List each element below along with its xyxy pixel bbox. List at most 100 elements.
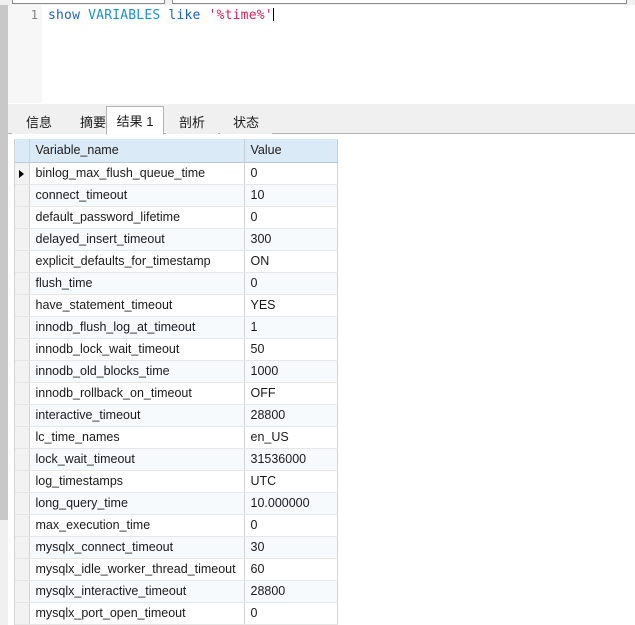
cell-value[interactable]: 0 xyxy=(244,162,338,185)
column-header-value[interactable]: Value xyxy=(244,139,338,163)
tab-label: 摘要 xyxy=(79,115,106,130)
cell-value[interactable]: 60 xyxy=(244,558,338,581)
cell-value[interactable]: 28800 xyxy=(244,580,338,603)
cell-variable-name[interactable]: flush_time xyxy=(29,272,245,295)
cell-variable-name[interactable]: binlog_max_flush_queue_time xyxy=(29,162,245,185)
table-row[interactable]: innodb_old_blocks_time 1000 xyxy=(15,360,338,383)
row-gutter[interactable] xyxy=(15,558,30,581)
row-gutter[interactable] xyxy=(15,206,30,229)
table-row[interactable]: innodb_lock_wait_timeout 50 xyxy=(15,338,338,361)
row-gutter[interactable] xyxy=(15,404,30,427)
toolbar-field-right[interactable] xyxy=(172,0,627,4)
cell-value[interactable]: en_US xyxy=(244,426,338,449)
row-gutter[interactable] xyxy=(15,492,30,515)
row-gutter[interactable] xyxy=(15,338,30,361)
row-gutter[interactable] xyxy=(15,580,30,603)
table-row[interactable]: mysqlx_interactive_timeout 28800 xyxy=(15,580,338,603)
table-row[interactable]: flush_time 0 xyxy=(15,272,338,295)
table-row[interactable]: mysqlx_connect_timeout 30 xyxy=(15,536,338,559)
cell-value[interactable]: 50 xyxy=(244,338,338,361)
table-row[interactable]: innodb_flush_log_at_timeout 1 xyxy=(15,316,338,339)
cell-variable-name[interactable]: mysqlx_connect_timeout xyxy=(29,536,245,559)
tab-3[interactable]: 剖析 xyxy=(166,109,218,134)
table-row[interactable]: long_query_time 10.000000 xyxy=(15,492,338,515)
cell-value[interactable]: OFF xyxy=(244,382,338,405)
row-gutter[interactable] xyxy=(15,602,30,625)
cell-value[interactable]: ON xyxy=(244,250,338,273)
table-row[interactable]: explicit_defaults_for_timestamp ON xyxy=(15,250,338,273)
cell-value[interactable]: 0 xyxy=(244,514,338,537)
table-row[interactable]: lock_wait_timeout 31536000 xyxy=(15,448,338,471)
cell-value[interactable]: UTC xyxy=(244,470,338,493)
table-row[interactable]: mysqlx_port_open_timeout 0 xyxy=(15,602,338,625)
cell-variable-name[interactable]: delayed_insert_timeout xyxy=(29,228,245,251)
row-gutter[interactable] xyxy=(15,294,30,317)
row-gutter[interactable] xyxy=(15,448,30,471)
tab-2-active[interactable]: 结果 1 xyxy=(106,106,164,135)
table-row[interactable]: mysqlx_idle_worker_thread_timeout 60 xyxy=(15,558,338,581)
cell-value[interactable]: 300 xyxy=(244,228,338,251)
row-gutter[interactable] xyxy=(15,184,30,207)
cell-value[interactable]: 0 xyxy=(244,206,338,229)
table-row[interactable]: max_execution_time 0 xyxy=(15,514,338,537)
table-row[interactable]: connect_timeout 10 xyxy=(15,184,338,207)
cell-variable-name[interactable]: default_password_lifetime xyxy=(29,206,245,229)
cell-value[interactable]: 30 xyxy=(244,536,338,559)
table-row[interactable]: lc_time_names en_US xyxy=(15,426,338,449)
row-gutter[interactable] xyxy=(15,250,30,273)
cell-variable-name[interactable]: mysqlx_idle_worker_thread_timeout xyxy=(29,558,245,581)
tab-4[interactable]: 状态 xyxy=(220,109,272,134)
column-header-variable-name[interactable]: Variable_name xyxy=(29,139,245,163)
cell-value[interactable]: 10.000000 xyxy=(244,492,338,515)
cell-value[interactable]: 0 xyxy=(244,602,338,625)
tab-0[interactable]: 信息 xyxy=(12,109,66,134)
cell-value[interactable]: 0 xyxy=(244,272,338,295)
table-row[interactable]: binlog_max_flush_queue_time 0 xyxy=(15,162,338,185)
cell-variable-name[interactable]: long_query_time xyxy=(29,492,245,515)
cell-variable-name[interactable]: mysqlx_interactive_timeout xyxy=(29,580,245,603)
cell-variable-name[interactable]: mysqlx_port_open_timeout xyxy=(29,602,245,625)
sql-code-line[interactable]: show VARIABLES like '%time%' xyxy=(48,8,274,23)
sql-editor[interactable]: 1 show VARIABLES like '%time%' xyxy=(8,5,635,103)
table-row[interactable]: delayed_insert_timeout 300 xyxy=(15,228,338,251)
cell-variable-name[interactable]: interactive_timeout xyxy=(29,404,245,427)
row-gutter[interactable] xyxy=(15,426,30,449)
cell-variable-name[interactable]: connect_timeout xyxy=(29,184,245,207)
cell-value[interactable]: 1 xyxy=(244,316,338,339)
cell-value[interactable]: 28800 xyxy=(244,404,338,427)
row-gutter[interactable] xyxy=(15,162,30,185)
sql-token: '%time%' xyxy=(208,8,273,23)
cell-value[interactable]: 1000 xyxy=(244,360,338,383)
cell-value[interactable]: 10 xyxy=(244,184,338,207)
cell-value[interactable]: YES xyxy=(244,294,338,317)
row-gutter[interactable] xyxy=(15,514,30,537)
cell-variable-name[interactable]: innodb_rollback_on_timeout xyxy=(29,382,245,405)
table-row[interactable]: log_timestamps UTC xyxy=(15,470,338,493)
row-gutter[interactable] xyxy=(15,382,30,405)
outer-vertical-scrollbar[interactable] xyxy=(0,5,8,625)
line-number: 1 xyxy=(30,8,38,22)
toolbar-field-left[interactable] xyxy=(12,0,165,4)
row-gutter[interactable] xyxy=(15,228,30,251)
table-row[interactable]: innodb_rollback_on_timeout OFF xyxy=(15,382,338,405)
table-row[interactable]: default_password_lifetime 0 xyxy=(15,206,338,229)
cell-variable-name[interactable]: explicit_defaults_for_timestamp xyxy=(29,250,245,273)
table-row[interactable]: interactive_timeout 28800 xyxy=(15,404,338,427)
row-gutter[interactable] xyxy=(15,272,30,295)
row-gutter[interactable] xyxy=(15,536,30,559)
cell-variable-name[interactable]: lock_wait_timeout xyxy=(29,448,245,471)
scrollbar-thumb[interactable] xyxy=(0,5,8,520)
row-gutter[interactable] xyxy=(15,360,30,383)
row-gutter[interactable] xyxy=(15,470,30,493)
cell-value[interactable]: 31536000 xyxy=(244,448,338,471)
cell-variable-name[interactable]: have_statement_timeout xyxy=(29,294,245,317)
cell-variable-name[interactable]: max_execution_time xyxy=(29,514,245,537)
cell-variable-name[interactable]: innodb_flush_log_at_timeout xyxy=(29,316,245,339)
cell-variable-name[interactable]: lc_time_names xyxy=(29,426,245,449)
editor-gutter: 1 xyxy=(8,5,42,103)
cell-variable-name[interactable]: log_timestamps xyxy=(29,470,245,493)
table-row[interactable]: have_statement_timeout YES xyxy=(15,294,338,317)
cell-variable-name[interactable]: innodb_lock_wait_timeout xyxy=(29,338,245,361)
cell-variable-name[interactable]: innodb_old_blocks_time xyxy=(29,360,245,383)
row-gutter[interactable] xyxy=(15,316,30,339)
